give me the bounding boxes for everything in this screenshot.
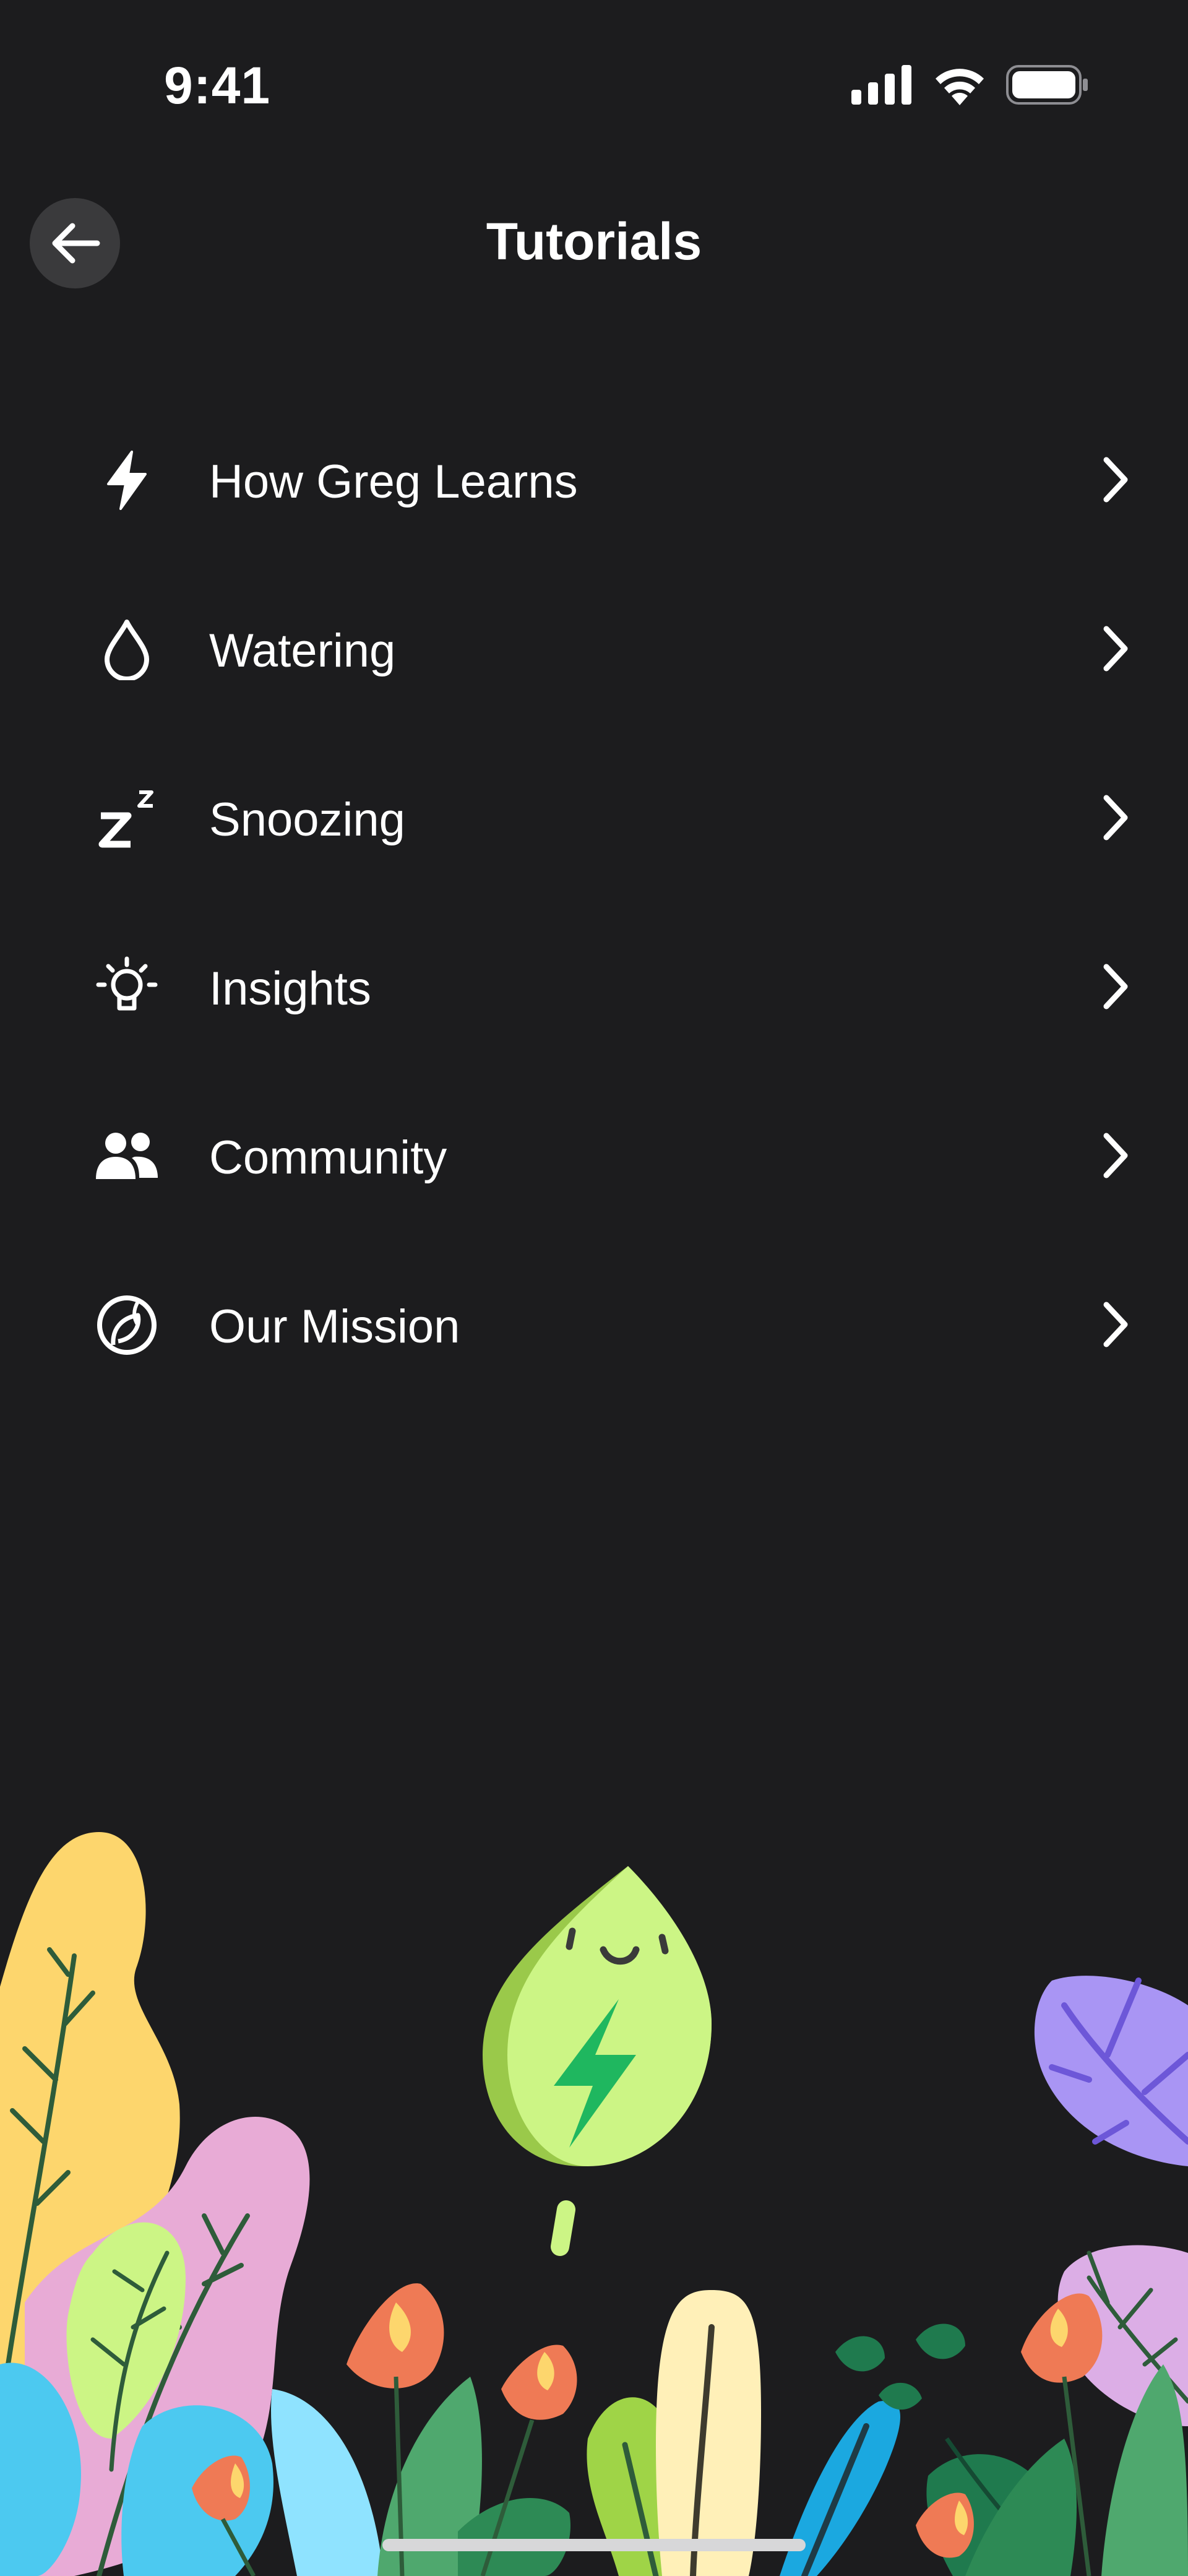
status-icons bbox=[851, 64, 1089, 105]
menu-item-how-greg-learns[interactable]: How Greg Learns bbox=[0, 393, 1188, 562]
status-bar: 9:41 bbox=[0, 0, 1188, 161]
menu-item-label: Insights bbox=[209, 962, 371, 1015]
lightbulb-icon bbox=[93, 953, 161, 1021]
menu-item-community[interactable]: Community bbox=[0, 1069, 1188, 1238]
menu-item-label: How Greg Learns bbox=[209, 456, 578, 508]
chevron-right-icon bbox=[1103, 1133, 1128, 1178]
menu-item-label: Our Mission bbox=[209, 1300, 460, 1353]
droplet-icon bbox=[93, 615, 161, 683]
plants-illustration bbox=[0, 1832, 1188, 2576]
cellular-signal-icon bbox=[851, 65, 911, 105]
globe-leaf-icon bbox=[93, 1291, 161, 1359]
flower-icon bbox=[916, 2492, 974, 2558]
tutorials-menu: How Greg Learns Watering Snoozing Insigh… bbox=[0, 393, 1188, 1407]
chevron-right-icon bbox=[1103, 795, 1128, 841]
zz-icon bbox=[93, 784, 161, 852]
nav-header: Tutorials bbox=[0, 186, 1188, 297]
battery-icon bbox=[1006, 65, 1088, 105]
leaf-mascot-icon bbox=[483, 1866, 712, 2256]
status-time: 9:41 bbox=[164, 56, 271, 115]
menu-item-label: Community bbox=[209, 1131, 447, 1184]
menu-item-label: Snoozing bbox=[209, 793, 405, 846]
chevron-right-icon bbox=[1103, 457, 1128, 503]
menu-item-insights[interactable]: Insights bbox=[0, 900, 1188, 1069]
people-icon bbox=[93, 1122, 161, 1190]
menu-item-watering[interactable]: Watering bbox=[0, 562, 1188, 731]
wifi-icon bbox=[936, 69, 984, 105]
chevron-right-icon bbox=[1103, 964, 1128, 1009]
menu-item-our-mission[interactable]: Our Mission bbox=[0, 1238, 1188, 1407]
menu-item-snoozing[interactable]: Snoozing bbox=[0, 731, 1188, 900]
chevron-right-icon bbox=[1103, 626, 1128, 672]
page-title: Tutorials bbox=[486, 212, 702, 270]
chevron-right-icon bbox=[1103, 1302, 1128, 1347]
menu-item-label: Watering bbox=[209, 625, 396, 677]
bolt-icon bbox=[93, 446, 161, 514]
home-indicator bbox=[382, 2539, 806, 2551]
